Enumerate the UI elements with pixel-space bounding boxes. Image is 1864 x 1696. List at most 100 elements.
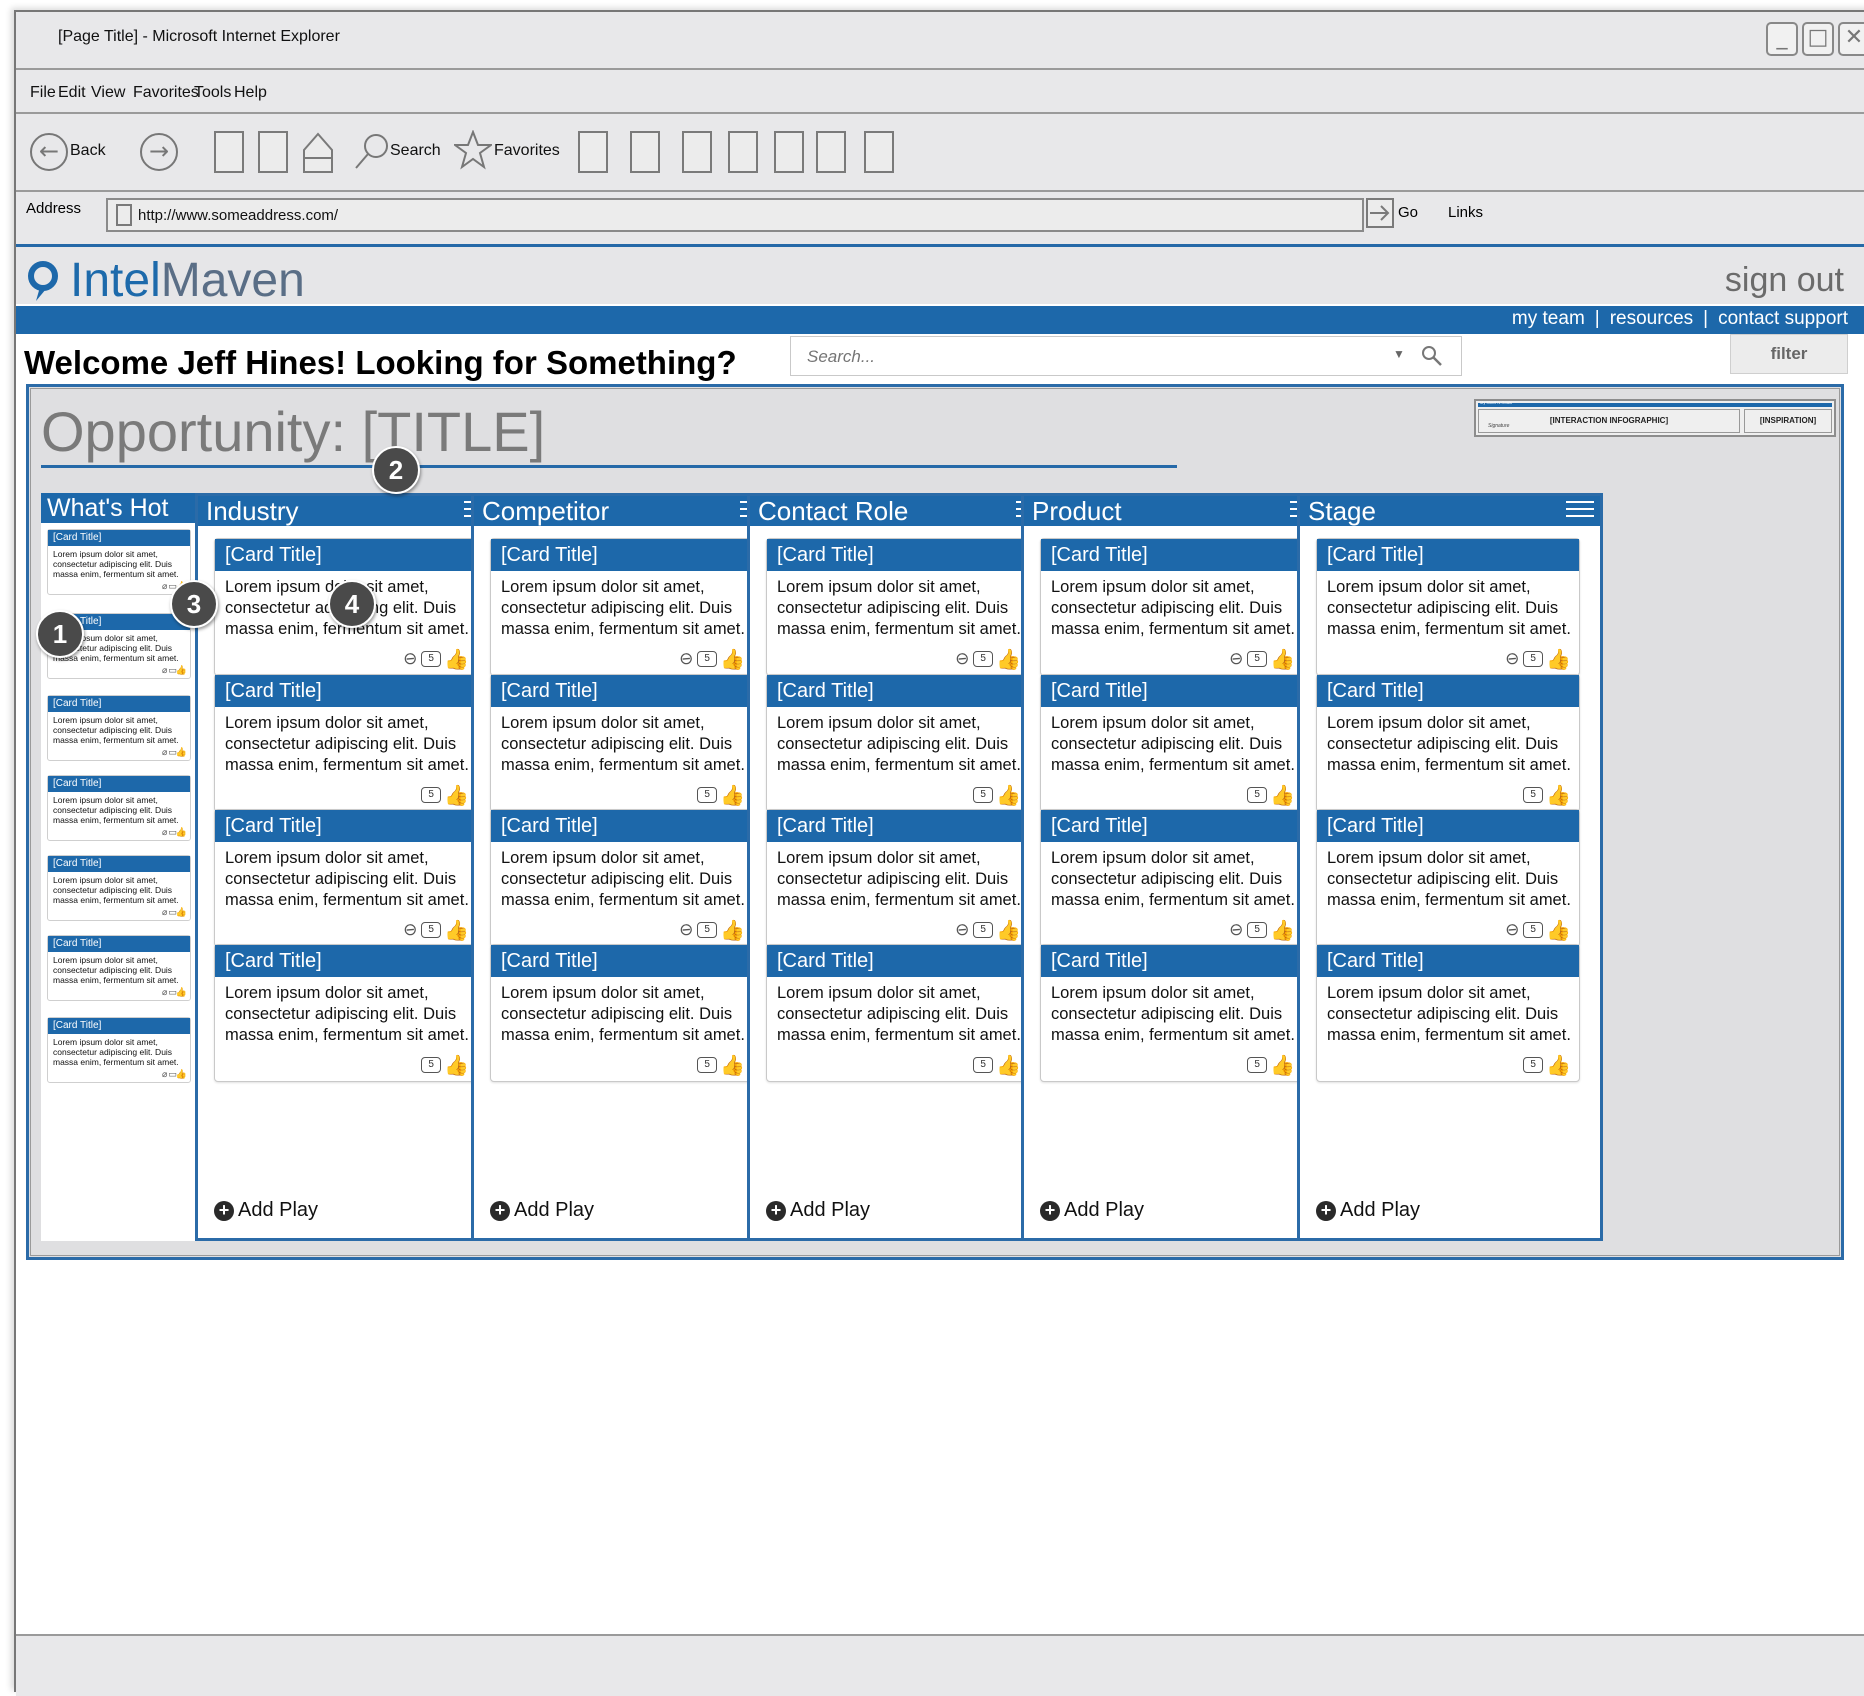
thumbs-up-icon[interactable]: 👍 xyxy=(996,920,1021,940)
comment-icon[interactable]: 5 xyxy=(1247,787,1268,803)
play-card[interactable]: [Card Title] Lorem ipsum dolor sit amet, … xyxy=(490,809,754,947)
comment-icon[interactable]: ▭ xyxy=(168,666,176,676)
comment-icon[interactable]: 5 xyxy=(697,787,718,803)
menu-tools[interactable]: Tools xyxy=(194,84,231,102)
thumbs-up-icon[interactable]: 👍 xyxy=(444,785,469,805)
paperclip-icon[interactable]: ⌀ xyxy=(162,1070,168,1080)
comment-icon[interactable]: 5 xyxy=(1523,922,1544,938)
thumbs-up-icon[interactable]: 👍 xyxy=(1546,649,1571,669)
play-card[interactable]: [Card Title] Lorem ipsum dolor sit amet, … xyxy=(490,944,754,1082)
thumbs-up-icon[interactable]: 👍 xyxy=(720,920,745,940)
menu-help[interactable]: Help xyxy=(234,84,267,102)
thumbs-up-icon[interactable]: 👍 xyxy=(444,649,469,669)
paperclip-icon[interactable]: ⌀ xyxy=(162,988,168,998)
thumbs-up-icon[interactable]: 👍 xyxy=(1546,920,1571,940)
filter-button[interactable]: filter xyxy=(1730,334,1848,374)
home-icon[interactable] xyxy=(302,130,334,174)
maximize-icon[interactable]: □ xyxy=(1802,22,1834,56)
add-play-button[interactable]: + Add Play xyxy=(1040,1199,1144,1222)
thumbs-up-icon[interactable]: 👍 xyxy=(996,649,1021,669)
go-button[interactable]: Go xyxy=(1398,204,1418,221)
play-card[interactable]: [Card Title] Lorem ipsum dolor sit amet, … xyxy=(214,944,478,1082)
play-card[interactable]: [Card Title] Lorem ipsum dolor sit amet, … xyxy=(214,674,478,812)
paperclip-icon[interactable]: ⌀ xyxy=(162,666,168,676)
comment-icon[interactable]: ▭ xyxy=(168,828,176,838)
play-card[interactable]: [Card Title] Lorem ipsum dolor sit amet, … xyxy=(1040,944,1304,1082)
thumbs-up-icon[interactable]: 👍 xyxy=(1546,785,1571,805)
comment-icon[interactable]: 5 xyxy=(1247,1057,1268,1073)
stop-icon[interactable] xyxy=(214,131,244,173)
paperclip-icon[interactable]: ⌀ xyxy=(162,582,168,592)
play-card[interactable]: [Card Title] Lorem ipsum dolor sit amet, … xyxy=(490,538,754,676)
favorites-star-icon[interactable] xyxy=(454,130,492,170)
paperclip-icon[interactable]: ⌀ xyxy=(162,908,168,918)
comment-icon[interactable]: 5 xyxy=(973,787,994,803)
menu-edit[interactable]: Edit xyxy=(58,84,86,102)
add-play-button[interactable]: + Add Play xyxy=(214,1199,318,1222)
add-play-button[interactable]: + Add Play xyxy=(1316,1199,1420,1222)
thumbs-up-icon[interactable]: 👍 xyxy=(1270,920,1295,940)
address-input[interactable] xyxy=(138,202,1038,228)
paperclip-icon[interactable]: ⊘ xyxy=(398,917,423,943)
thumbs-up-icon[interactable]: 👍 xyxy=(720,649,745,669)
nav-my-team[interactable]: my team xyxy=(1512,308,1585,329)
thumbs-up-icon[interactable]: 👍 xyxy=(996,785,1021,805)
comment-icon[interactable]: ▭ xyxy=(168,748,176,758)
comment-icon[interactable]: 5 xyxy=(1523,651,1544,667)
search-box[interactable]: ▼ xyxy=(790,336,1462,376)
thumbs-up-icon[interactable]: 👍 xyxy=(1546,1055,1571,1075)
comment-icon[interactable]: 5 xyxy=(973,651,994,667)
paperclip-icon[interactable]: ⊘ xyxy=(1224,917,1249,943)
toolbar-square-icon[interactable] xyxy=(864,131,894,173)
chevron-down-icon[interactable]: ▼ xyxy=(1393,347,1405,361)
paperclip-icon[interactable]: ⊘ xyxy=(1500,646,1525,672)
play-card[interactable]: [Card Title] Lorem ipsum dolor sit amet, … xyxy=(766,538,1030,676)
paperclip-icon[interactable]: ⊘ xyxy=(398,646,423,672)
play-card[interactable]: [Card Title] Lorem ipsum dolor sit amet, … xyxy=(1040,674,1304,812)
thumbs-up-icon[interactable]: 👍 xyxy=(996,1055,1021,1075)
links-button[interactable]: Links xyxy=(1448,204,1483,221)
comment-icon[interactable]: 5 xyxy=(1523,787,1544,803)
hot-card[interactable]: [Card Title] Lorem ipsum dolor sit amet, … xyxy=(47,855,191,921)
toolbar-square-icon[interactable] xyxy=(630,131,660,173)
comment-icon[interactable]: 5 xyxy=(973,922,994,938)
paperclip-icon[interactable]: ⌀ xyxy=(162,828,168,838)
back-label[interactable]: Back xyxy=(70,142,106,160)
paperclip-icon[interactable]: ⊘ xyxy=(950,917,975,943)
interaction-infographic[interactable]: [INTERACTION INFOGRAPHIC] xyxy=(1478,409,1740,433)
comment-icon[interactable]: 5 xyxy=(421,651,442,667)
menu-favorites[interactable]: Favorites xyxy=(133,84,199,102)
search-label[interactable]: Search xyxy=(390,142,441,160)
paperclip-icon[interactable]: ⊘ xyxy=(1224,646,1249,672)
play-card[interactable]: [Card Title] Lorem ipsum dolor sit amet, … xyxy=(1316,674,1580,812)
address-field[interactable] xyxy=(106,198,1364,232)
logo[interactable]: IntelMaven xyxy=(26,253,305,308)
favorites-label[interactable]: Favorites xyxy=(494,142,560,160)
back-arrow-icon[interactable]: ← xyxy=(30,133,68,171)
thumbs-up-icon[interactable]: 👍 xyxy=(176,748,187,758)
comment-icon[interactable]: 5 xyxy=(1247,922,1268,938)
play-card[interactable]: [Card Title] Lorem ipsum dolor sit amet, … xyxy=(214,809,478,947)
play-card[interactable]: [Card Title] Lorem ipsum dolor sit amet, … xyxy=(1316,538,1580,676)
thumbs-up-icon[interactable]: 👍 xyxy=(444,920,469,940)
play-card[interactable]: [Card Title] Lorem ipsum dolor sit amet, … xyxy=(1316,944,1580,1082)
go-arrow-icon[interactable] xyxy=(1366,198,1394,228)
search-icon[interactable] xyxy=(1419,343,1445,369)
paperclip-icon[interactable]: ⊘ xyxy=(674,917,699,943)
paperclip-icon[interactable]: ⊘ xyxy=(1500,917,1525,943)
search-magnifier-icon[interactable] xyxy=(354,132,390,172)
hot-card[interactable]: [Card Title] Lorem ipsum dolor sit amet, … xyxy=(47,1017,191,1083)
play-card[interactable]: [Card Title] Lorem ipsum dolor sit amet, … xyxy=(766,809,1030,947)
comment-icon[interactable]: 5 xyxy=(697,1057,718,1073)
thumbs-up-icon[interactable]: 👍 xyxy=(176,1070,187,1080)
hamburger-menu-icon[interactable] xyxy=(1566,501,1594,521)
comment-icon[interactable]: 5 xyxy=(973,1057,994,1073)
thumbs-up-icon[interactable]: 👍 xyxy=(176,666,187,676)
thumbs-up-icon[interactable]: 👍 xyxy=(720,1055,745,1075)
comment-icon[interactable]: 5 xyxy=(697,922,718,938)
add-play-button[interactable]: + Add Play xyxy=(490,1199,594,1222)
thumbs-up-icon[interactable]: 👍 xyxy=(176,908,187,918)
forward-arrow-icon[interactable]: → xyxy=(140,133,178,171)
comment-icon[interactable]: 5 xyxy=(421,922,442,938)
comment-icon[interactable]: 5 xyxy=(421,787,442,803)
